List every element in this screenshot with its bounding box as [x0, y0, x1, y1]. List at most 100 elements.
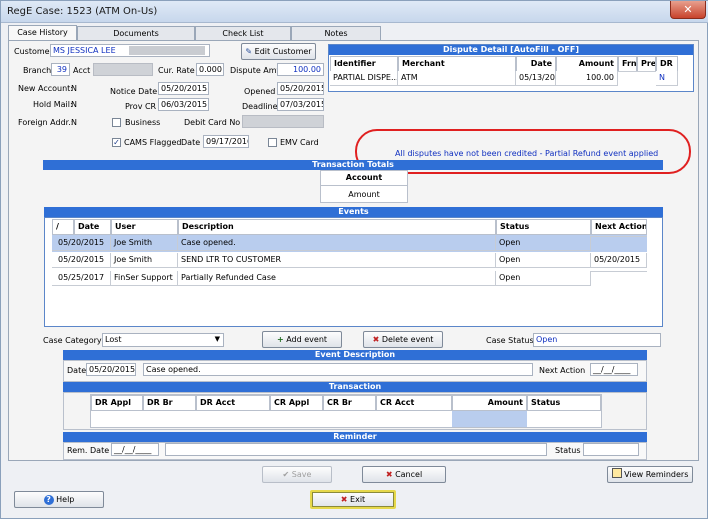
event-date-field[interactable]: 05/20/2015	[86, 363, 136, 376]
table-row[interactable]: PARTIAL DISPE... ATM 05/13/2015 100.00 N	[330, 71, 678, 87]
tab-documents[interactable]: Documents	[77, 26, 195, 40]
col-description[interactable]: Description	[178, 219, 496, 235]
col-txn-amount: Amount	[452, 395, 527, 411]
delete-event-label: Delete event	[381, 335, 434, 344]
dispute-amt-field[interactable]: 100.00	[277, 63, 324, 76]
col-sort[interactable]: /	[52, 219, 74, 235]
business-checkbox[interactable]	[112, 118, 121, 127]
event-description: SEND LTR TO CUSTOMER	[178, 253, 496, 268]
edit-customer-label: Edit Customer	[254, 47, 312, 56]
col-dr-acct: DR Acct	[196, 395, 270, 411]
event-date: 05/25/2017	[52, 271, 111, 286]
reminder-status-label: Status	[555, 446, 581, 455]
customer-label: Customer	[14, 47, 53, 56]
cur-rate-field[interactable]: 0.000	[196, 63, 224, 76]
next-action-field[interactable]: __/__/____	[590, 363, 638, 376]
table-row[interactable]: 05/20/2015 Joe Smith Case opened. Open	[52, 235, 647, 252]
col-cr-acct: CR Acct	[376, 395, 452, 411]
event-date: 05/20/2015	[52, 236, 111, 251]
col-date: Date	[516, 56, 556, 72]
dispute-detail-title: Dispute Detail [AutoFill - OFF]	[329, 45, 693, 55]
acct-label: Acct	[73, 66, 91, 75]
case-category-label: Case Category	[43, 336, 102, 345]
row-frn-cell	[618, 71, 637, 72]
save-button[interactable]: ✔ Save	[262, 466, 332, 483]
events-title: Events	[44, 207, 663, 217]
opened-field[interactable]: 05/20/2015	[277, 82, 324, 95]
table-row[interactable]: 05/20/2015 Joe Smith SEND LTR TO CUSTOME…	[52, 253, 647, 270]
col-cr-appl: CR Appl	[270, 395, 323, 411]
row-date: 05/13/2015	[516, 71, 556, 86]
event-date-label: Date	[67, 366, 87, 375]
table-row[interactable]: 05/25/2017 FinSer Support Partially Refu…	[52, 271, 647, 288]
tab-case-history[interactable]: Case History	[8, 25, 77, 41]
event-description-title: Event Description	[63, 350, 647, 360]
edit-customer-button[interactable]: ✎ Edit Customer	[241, 43, 316, 60]
cams-date-label: Date	[181, 138, 201, 147]
next-action-label: Next Action	[539, 366, 586, 375]
col-identifier: Identifier	[330, 56, 398, 72]
close-window-button[interactable]: ✕	[670, 1, 706, 19]
title-bar: RegE Case: 1523 (ATM On-Us) ✕	[1, 1, 708, 23]
transaction-totals-title: Transaction Totals	[43, 160, 663, 170]
col-user[interactable]: User	[111, 219, 178, 235]
col-next-action[interactable]: Next Action	[591, 219, 647, 235]
reminder-status-field[interactable]	[583, 443, 639, 456]
rem-date-field[interactable]: __/__/____	[111, 443, 159, 456]
emv-card-checkbox[interactable]	[268, 138, 277, 147]
row-amount: 100.00	[556, 71, 618, 86]
deadline-field[interactable]: 07/03/2015	[277, 98, 324, 111]
new-account-label: New Account:	[18, 84, 73, 93]
view-reminders-button[interactable]: View Reminders	[607, 466, 693, 483]
customer-name-field[interactable]: MS JESSICA LEE	[50, 44, 210, 57]
add-event-button[interactable]: + Add event	[262, 331, 342, 348]
emv-card-label: EMV Card	[280, 138, 319, 147]
help-button[interactable]: ? Help	[14, 491, 104, 508]
debit-card-field[interactable]	[242, 115, 324, 128]
deadline-label: Deadline	[242, 102, 278, 111]
branch-label: Branch	[23, 66, 52, 75]
transaction-grid: DR Appl DR Br DR Acct CR Appl CR Br CR A…	[90, 394, 602, 428]
debit-card-label: Debit Card No	[184, 118, 241, 127]
col-pre: Pre	[637, 56, 656, 72]
cancel-button[interactable]: ✖ Cancel	[362, 466, 446, 483]
exit-button[interactable]: ✖ Exit	[310, 490, 396, 509]
col-dr-appl: DR Appl	[91, 395, 143, 411]
event-next-action: 05/20/2015	[591, 253, 647, 268]
event-user: Joe Smith	[111, 236, 178, 251]
col-txn-status: Status	[527, 395, 601, 411]
event-description: Partially Refunded Case	[178, 271, 496, 286]
row-merchant: ATM	[398, 71, 516, 86]
help-icon: ?	[43, 495, 54, 505]
txn-amount-cell[interactable]	[452, 411, 527, 427]
row-dr: N	[656, 71, 678, 86]
redacted-block	[129, 46, 205, 55]
delete-event-button[interactable]: ✖ Delete event	[363, 331, 443, 348]
cams-flagged-checkbox[interactable]: ✓	[112, 138, 121, 147]
notice-date-field[interactable]: 05/20/2015	[158, 82, 209, 95]
foreign-addr-value: N	[71, 118, 77, 127]
notice-date-label: Notice Date	[110, 87, 158, 96]
prov-cr-field[interactable]: 06/03/2015	[158, 98, 209, 111]
transaction-totals-grid: Account Amount	[320, 170, 408, 203]
tab-notes[interactable]: Notes	[291, 26, 381, 40]
new-account-value: N	[71, 84, 77, 93]
cams-date-field[interactable]: 09/17/2016	[203, 135, 249, 148]
event-user: Joe Smith	[111, 253, 178, 268]
col-event-date[interactable]: Date	[74, 219, 111, 235]
acct-field[interactable]	[93, 63, 153, 76]
cancel-label: Cancel	[395, 470, 423, 479]
col-cr-br: CR Br	[323, 395, 376, 411]
col-merchant: Merchant	[398, 56, 516, 72]
cur-rate-label: Cur. Rate	[158, 66, 195, 75]
tab-check-list[interactable]: Check List	[195, 26, 291, 40]
branch-field[interactable]: 39	[51, 63, 70, 76]
case-status-field[interactable]: Open	[533, 333, 661, 347]
reminder-text-field[interactable]	[165, 443, 547, 456]
reminder-icon	[611, 468, 622, 478]
case-category-select[interactable]: Lost ▼	[102, 333, 224, 347]
event-description-field[interactable]: Case opened.	[143, 363, 533, 376]
delete-event-icon: ✖	[372, 335, 380, 344]
col-status[interactable]: Status	[496, 219, 591, 235]
row-pre-cell	[637, 71, 656, 72]
